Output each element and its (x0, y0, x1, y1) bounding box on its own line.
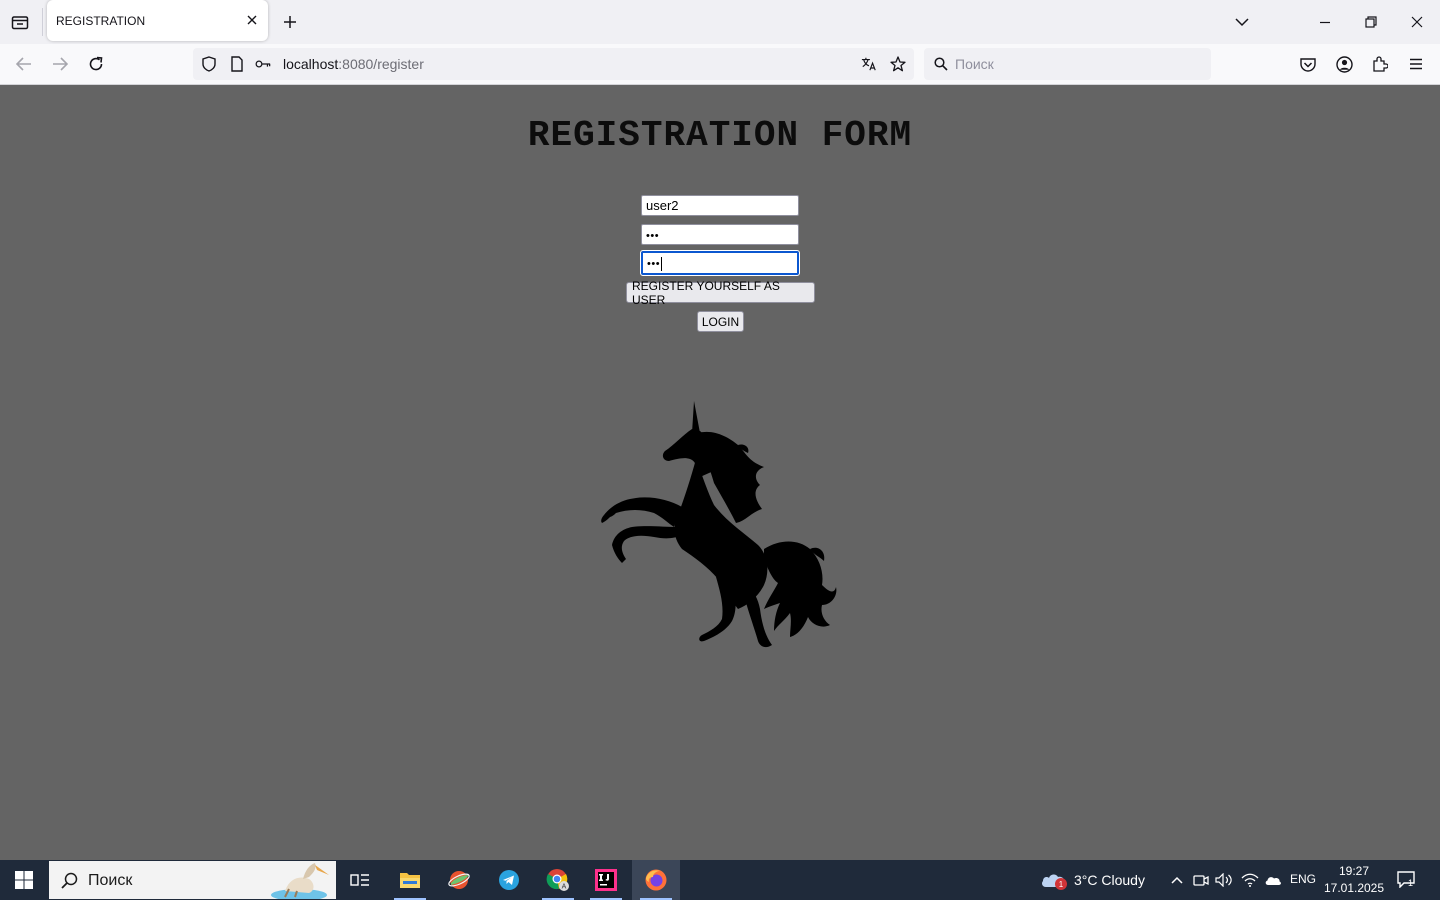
tab-separator (42, 8, 43, 36)
folder-icon (400, 873, 420, 888)
task-view-icon (350, 874, 369, 886)
register-button[interactable]: REGISTER YOURSELF AS USER (626, 279, 815, 307)
svg-text:A: A (562, 884, 567, 891)
restore-button[interactable] (1348, 0, 1394, 44)
firefox-icon (645, 869, 667, 891)
chevron-down-icon (1235, 18, 1249, 27)
close-tab-icon[interactable] (244, 12, 260, 28)
new-tab-button[interactable] (278, 9, 302, 35)
back-button[interactable] (10, 50, 38, 78)
password-value: ••• (646, 230, 660, 242)
intellij-button[interactable] (582, 860, 630, 900)
restore-icon (1365, 16, 1377, 28)
bookmark-star-icon[interactable] (890, 56, 906, 72)
tab-title: REGISTRATION (56, 14, 146, 28)
browser-app-button[interactable] (435, 860, 483, 900)
input-language[interactable]: ENG (1290, 872, 1316, 886)
login-button[interactable]: LOGIN (697, 311, 744, 332)
confirm-password-input[interactable]: ••• (640, 250, 800, 276)
search-icon (61, 872, 78, 889)
list-all-tabs-button[interactable] (1228, 9, 1256, 35)
unicorn-image (598, 399, 842, 655)
username-input[interactable]: user2 (641, 195, 799, 216)
url-bar[interactable]: localhost:8080/register (193, 48, 914, 80)
minimize-button[interactable] (1302, 0, 1348, 44)
weather-widget[interactable]: 1 3°C Cloudy (1040, 860, 1145, 900)
notification-center-button[interactable]: 1 (1396, 870, 1420, 890)
pocket-icon (1300, 57, 1316, 72)
file-explorer-button[interactable] (386, 860, 434, 900)
pocket-button[interactable] (1295, 51, 1321, 77)
pelican-illustration-icon (271, 863, 329, 899)
start-button[interactable] (0, 860, 48, 900)
search-icon (933, 56, 949, 72)
navigation-toolbar: localhost:8080/register Поиск (0, 44, 1440, 85)
puzzle-icon (1373, 56, 1388, 72)
tab-bar: REGISTRATION (0, 0, 1440, 44)
page-content: REGISTRATION FORM user2 ••• ••• REGISTER… (0, 85, 1440, 860)
text-caret (661, 256, 663, 271)
tab-registration[interactable]: REGISTRATION (47, 0, 268, 41)
taskbar-search-placeholder: Поиск (88, 872, 133, 889)
account-icon (1335, 55, 1353, 73)
intellij-idea-icon (595, 869, 617, 891)
chrome-icon: A (546, 869, 569, 891)
close-window-button[interactable] (1394, 0, 1440, 44)
firefox-button[interactable] (632, 860, 680, 900)
key-icon[interactable] (255, 56, 271, 72)
reload-icon (89, 56, 103, 71)
url-path: :8080/register (338, 56, 424, 72)
username-value: user2 (646, 198, 679, 213)
weather-badge: 1 (1055, 878, 1067, 890)
translate-icon[interactable] (861, 56, 877, 72)
hamburger-menu-icon (1410, 58, 1422, 70)
meet-now-icon[interactable] (1192, 871, 1210, 889)
taskbar: Поиск A 1 3°C Cloudy ENG 19:27 17.01.202… (0, 860, 1440, 900)
telegram-button[interactable] (485, 860, 533, 900)
arrow-right-icon (53, 57, 68, 71)
weather-text: 3°C Cloudy (1074, 872, 1145, 888)
network-wifi-icon[interactable] (1241, 871, 1259, 889)
account-button[interactable] (1331, 51, 1357, 77)
volume-icon[interactable] (1215, 871, 1233, 889)
close-icon (1411, 16, 1423, 28)
shield-icon[interactable] (201, 56, 217, 72)
reload-button[interactable] (82, 50, 110, 78)
taskbar-search-box[interactable]: Поиск (49, 861, 336, 899)
minimize-icon (1320, 21, 1330, 24)
url-host: localhost (283, 56, 339, 72)
firefox-view-icon (11, 16, 29, 30)
telegram-icon (499, 870, 519, 890)
plus-icon (284, 16, 296, 28)
url-text[interactable]: localhost:8080/register (283, 56, 424, 72)
clock[interactable]: 19:27 17.01.2025 (1322, 863, 1386, 897)
chevron-up-icon (1171, 876, 1183, 884)
chrome-button[interactable]: A (534, 860, 582, 900)
browser-app-icon (448, 871, 470, 889)
clock-time: 19:27 (1338, 864, 1370, 878)
firefox-view-button[interactable] (6, 8, 34, 36)
password-input[interactable]: ••• (641, 224, 799, 245)
page-icon[interactable] (229, 56, 245, 72)
windows-logo-icon (15, 871, 33, 889)
show-hidden-icons-button[interactable] (1168, 871, 1186, 889)
extensions-button[interactable] (1367, 51, 1393, 77)
confirm-password-value: ••• (647, 258, 661, 270)
app-menu-button[interactable] (1403, 51, 1429, 77)
search-placeholder: Поиск (955, 56, 994, 72)
unicorn-silhouette-icon (601, 401, 837, 648)
arrow-left-icon (16, 57, 31, 71)
page-title: REGISTRATION FORM (527, 115, 913, 156)
clock-date: 17.01.2025 (1323, 881, 1385, 895)
search-bar[interactable]: Поиск (924, 48, 1211, 80)
onedrive-icon[interactable] (1264, 871, 1282, 889)
task-view-button[interactable] (336, 860, 384, 900)
notification-count: 1 (1408, 878, 1414, 888)
forward-button[interactable] (46, 50, 74, 78)
